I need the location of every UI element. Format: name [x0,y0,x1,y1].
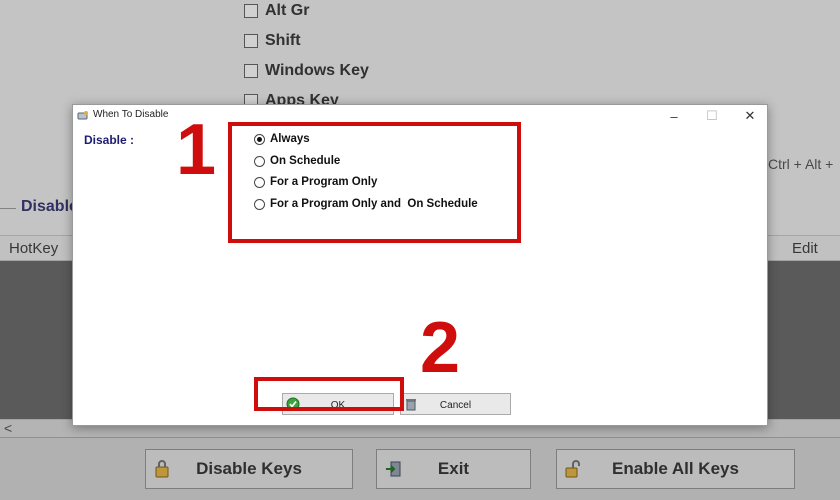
checkbox-shift[interactable]: Shift [244,32,301,50]
checkbox-box[interactable] [244,4,258,18]
maximize-button[interactable]: ☐ [693,105,731,127]
enable-all-keys-label: Enable All Keys [612,459,739,478]
cancel-label: Cancel [439,400,472,411]
ctrl-alt-hint: Ctrl + Alt + [768,156,834,172]
column-hotkey[interactable]: HotKey [9,240,58,257]
exit-label: Exit [437,459,470,478]
app-icon [77,111,88,120]
disable-label: Disable : [84,133,135,147]
annotation-step-1: 1 [176,110,217,190]
checkbox-label: Alt Gr [265,2,310,19]
checkbox-alt-gr[interactable]: Alt Gr [244,2,309,20]
column-edit[interactable]: Edit [792,240,818,257]
checkbox-windows-key[interactable]: Windows Key [244,62,369,80]
annotation-step-2: 2 [420,308,461,388]
dialog-title: When To Disable [93,109,169,120]
cancel-button[interactable]: Cancel [400,393,511,415]
enable-all-keys-button[interactable]: Enable All Keys [556,449,795,489]
group-title: Disable [21,198,78,215]
disable-keys-button[interactable]: Disable Keys [145,449,353,489]
close-button[interactable]: ✕ [731,105,769,127]
annotation-box-options [228,122,521,243]
annotation-box-ok [254,377,404,411]
checkbox-label: Windows Key [265,62,369,79]
exit-button[interactable]: Exit [376,449,531,489]
checkbox-label: Shift [265,32,301,49]
scroll-left-icon[interactable]: < [4,420,12,436]
group-divider [0,208,16,209]
checkbox-box[interactable] [244,64,258,78]
minimize-button[interactable]: – [655,105,693,127]
disable-keys-label: Disable Keys [196,459,302,478]
checkbox-box[interactable] [244,34,258,48]
